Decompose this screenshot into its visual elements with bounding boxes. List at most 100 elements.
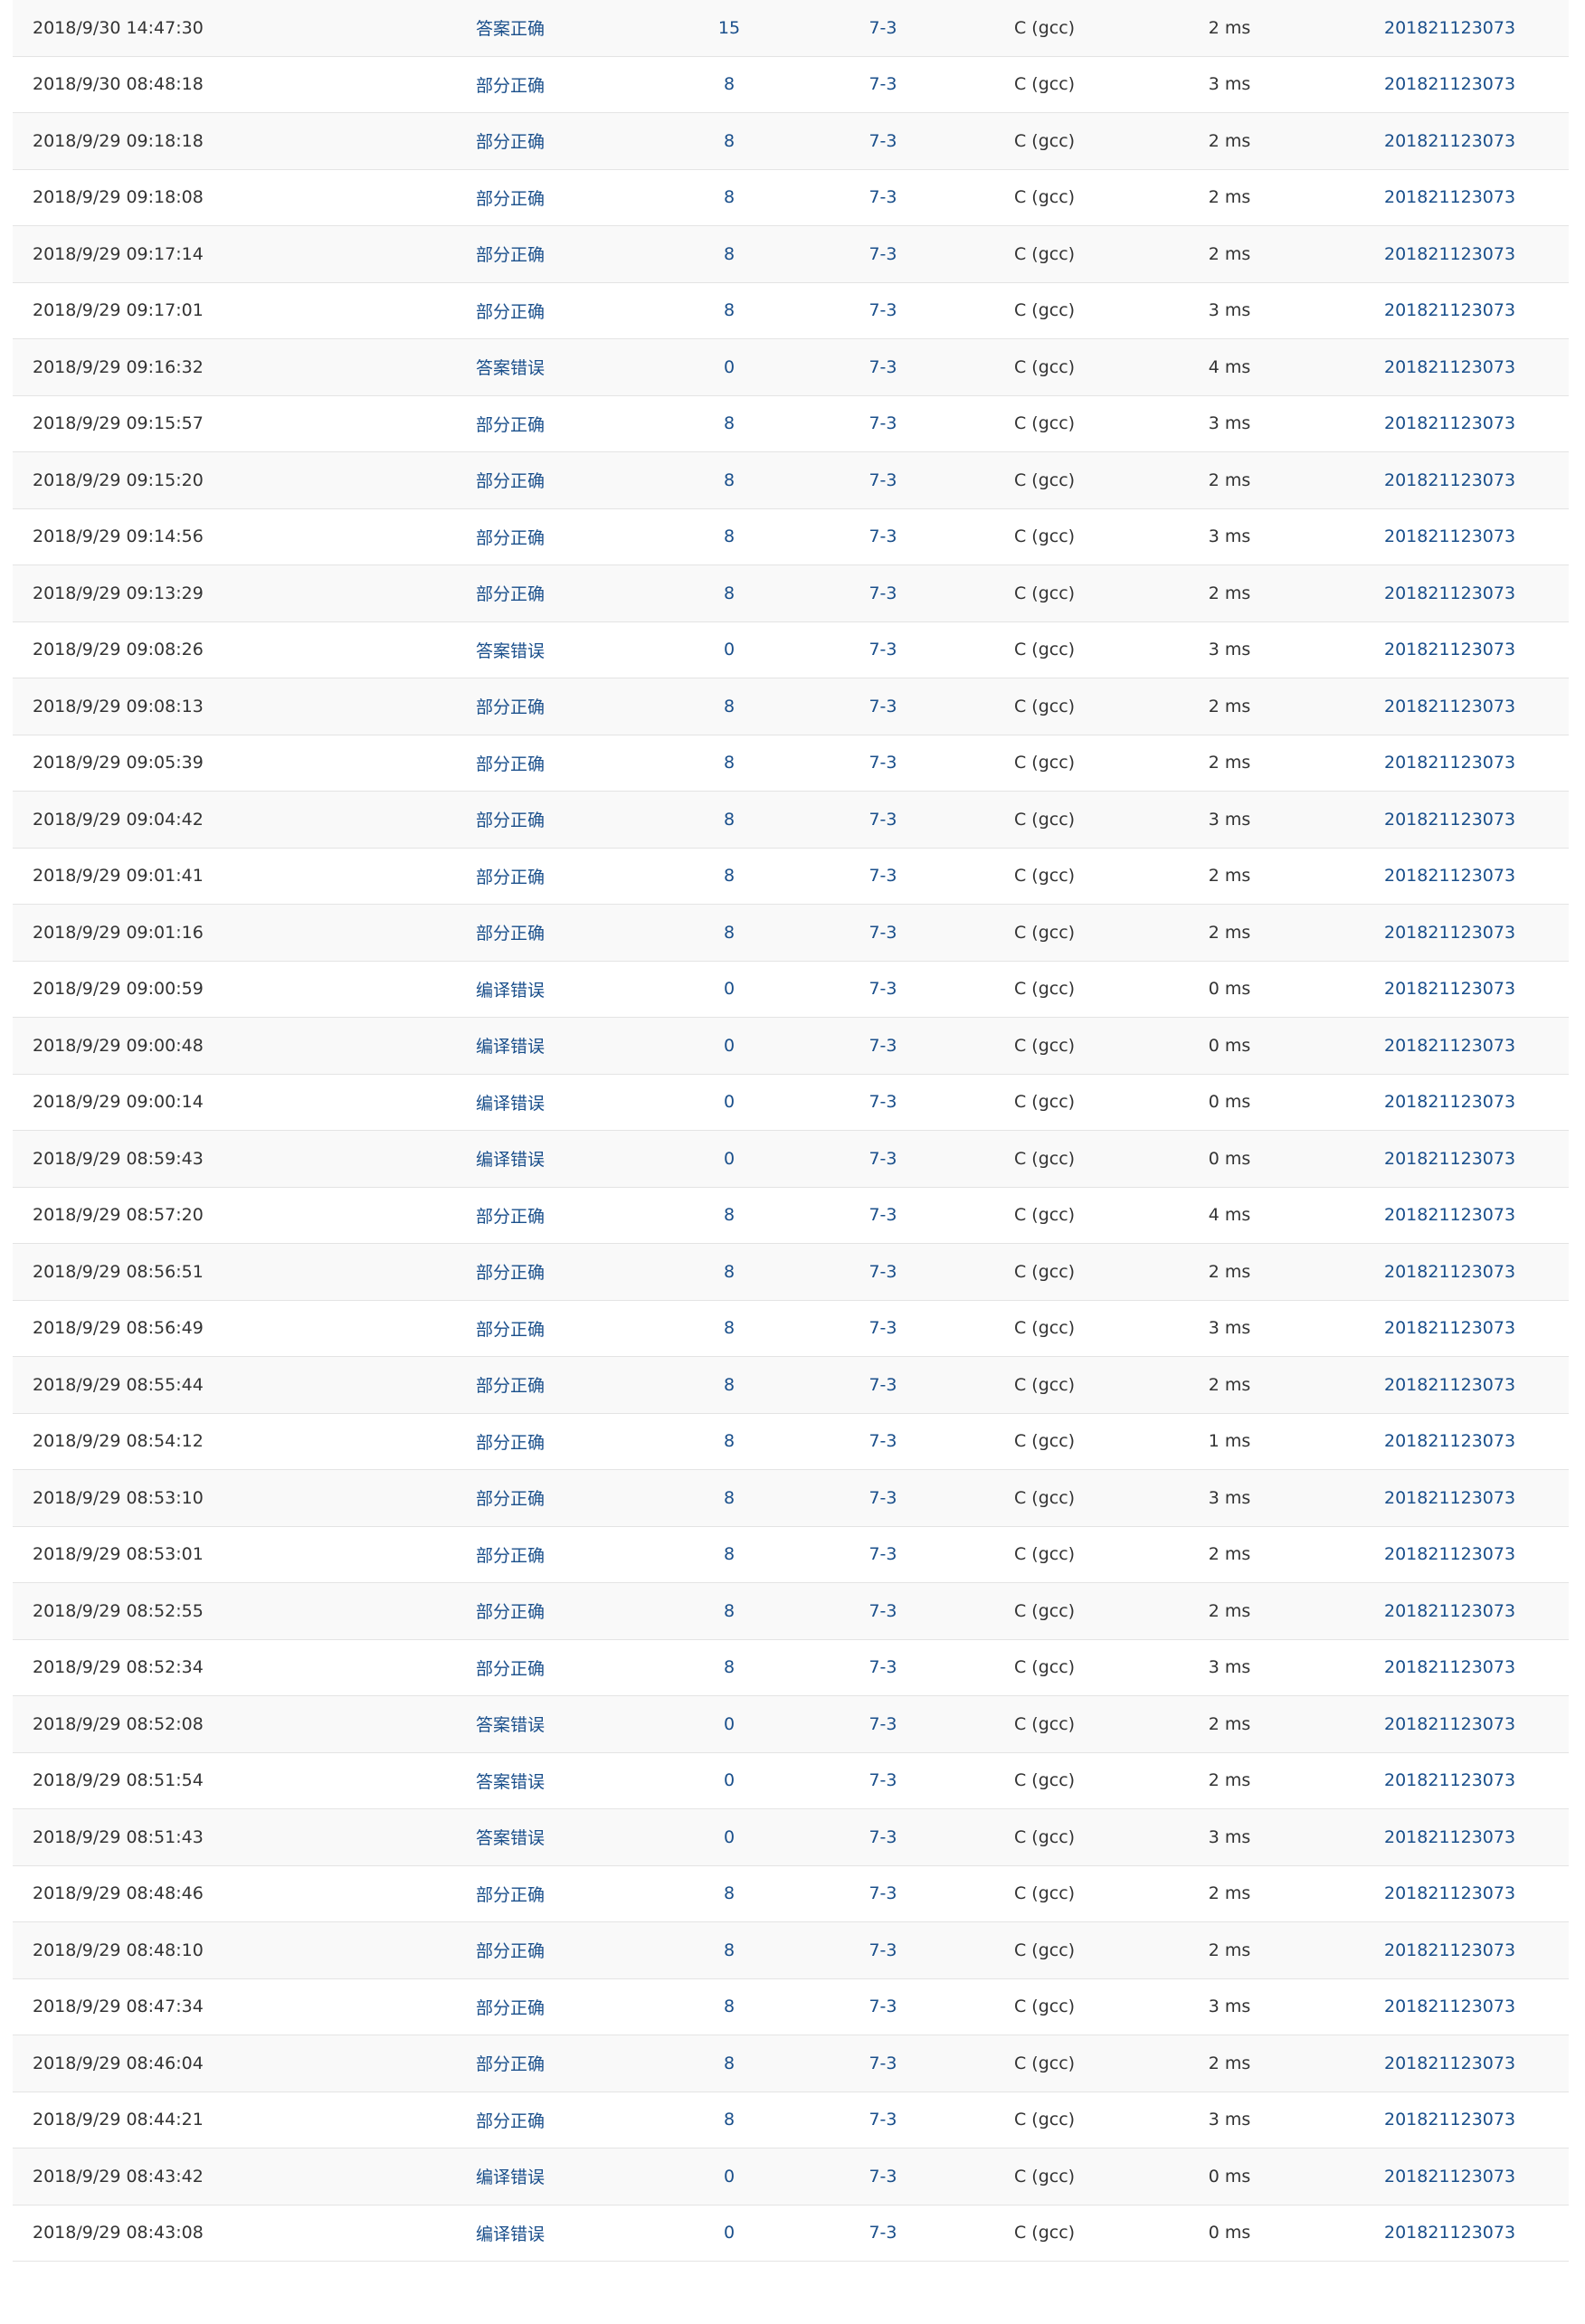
user-link[interactable]: 201821123073	[1384, 2110, 1515, 2130]
problem-link[interactable]: 7-3	[856, 979, 910, 999]
problem-link[interactable]: 7-3	[856, 2167, 910, 2186]
user-link[interactable]: 201821123073	[1384, 357, 1515, 377]
submission-score-link[interactable]: 8	[702, 1375, 756, 1395]
submission-status-link[interactable]: 部分正确	[476, 412, 545, 436]
submission-score-link[interactable]: 0	[702, 640, 756, 659]
submission-status-link[interactable]: 编译错误	[476, 2221, 545, 2245]
problem-link[interactable]: 7-3	[856, 1205, 910, 1225]
problem-link[interactable]: 7-3	[856, 923, 910, 943]
user-link[interactable]: 201821123073	[1384, 1205, 1515, 1225]
user-link[interactable]: 201821123073	[1384, 300, 1515, 320]
submission-status-link[interactable]: 编译错误	[476, 1146, 545, 1171]
problem-link[interactable]: 7-3	[856, 1092, 910, 1112]
problem-link[interactable]: 7-3	[856, 697, 910, 716]
submission-score-link[interactable]: 8	[702, 131, 756, 151]
user-link[interactable]: 201821123073	[1384, 1657, 1515, 1677]
submission-status-link[interactable]: 部分正确	[476, 1485, 545, 1510]
problem-link[interactable]: 7-3	[856, 1036, 910, 1056]
problem-link[interactable]: 7-3	[856, 1262, 910, 1282]
submission-status-link[interactable]: 编译错误	[476, 1033, 545, 1058]
submission-score-link[interactable]: 8	[702, 810, 756, 830]
user-link[interactable]: 201821123073	[1384, 1149, 1515, 1169]
user-link[interactable]: 201821123073	[1384, 1375, 1515, 1395]
problem-link[interactable]: 7-3	[856, 526, 910, 546]
submission-score-link[interactable]: 8	[702, 300, 756, 320]
submission-status-link[interactable]: 部分正确	[476, 525, 545, 549]
user-link[interactable]: 201821123073	[1384, 866, 1515, 886]
problem-link[interactable]: 7-3	[856, 1827, 910, 1847]
problem-link[interactable]: 7-3	[856, 1997, 910, 2016]
problem-link[interactable]: 7-3	[856, 357, 910, 377]
problem-link[interactable]: 7-3	[856, 1940, 910, 1960]
submission-score-link[interactable]: 8	[702, 1940, 756, 1960]
submission-score-link[interactable]: 8	[702, 753, 756, 773]
submission-score-link[interactable]: 0	[702, 1149, 756, 1169]
user-link[interactable]: 201821123073	[1384, 413, 1515, 433]
submission-status-link[interactable]: 答案错误	[476, 355, 545, 379]
user-link[interactable]: 201821123073	[1384, 2054, 1515, 2073]
user-link[interactable]: 201821123073	[1384, 244, 1515, 264]
user-link[interactable]: 201821123073	[1384, 1036, 1515, 1056]
submission-score-link[interactable]: 15	[702, 18, 756, 38]
user-link[interactable]: 201821123073	[1384, 753, 1515, 773]
user-link[interactable]: 201821123073	[1384, 74, 1515, 94]
submission-status-link[interactable]: 部分正确	[476, 1655, 545, 1680]
problem-link[interactable]: 7-3	[856, 2223, 910, 2243]
submission-status-link[interactable]: 部分正确	[476, 128, 545, 153]
problem-link[interactable]: 7-3	[856, 413, 910, 433]
problem-link[interactable]: 7-3	[856, 470, 910, 490]
user-link[interactable]: 201821123073	[1384, 1092, 1515, 1112]
problem-link[interactable]: 7-3	[856, 1770, 910, 1790]
submission-score-link[interactable]: 8	[702, 1205, 756, 1225]
submission-status-link[interactable]: 部分正确	[476, 1995, 545, 2019]
user-link[interactable]: 201821123073	[1384, 1318, 1515, 1338]
submission-score-link[interactable]: 0	[702, 2167, 756, 2186]
user-link[interactable]: 201821123073	[1384, 1940, 1515, 1960]
user-link[interactable]: 201821123073	[1384, 18, 1515, 38]
submission-status-link[interactable]: 编译错误	[476, 2164, 545, 2188]
user-link[interactable]: 201821123073	[1384, 1770, 1515, 1790]
submission-status-link[interactable]: 部分正确	[476, 920, 545, 944]
user-link[interactable]: 201821123073	[1384, 1883, 1515, 1903]
problem-link[interactable]: 7-3	[856, 810, 910, 830]
user-link[interactable]: 201821123073	[1384, 526, 1515, 546]
submission-score-link[interactable]: 8	[702, 1262, 756, 1282]
submission-score-link[interactable]: 8	[702, 923, 756, 943]
submission-score-link[interactable]: 8	[702, 583, 756, 603]
user-link[interactable]: 201821123073	[1384, 1544, 1515, 1564]
submission-status-link[interactable]: 部分正确	[476, 1542, 545, 1567]
submission-score-link[interactable]: 0	[702, 357, 756, 377]
submission-score-link[interactable]: 0	[702, 979, 756, 999]
user-link[interactable]: 201821123073	[1384, 1262, 1515, 1282]
problem-link[interactable]: 7-3	[856, 1375, 910, 1395]
user-link[interactable]: 201821123073	[1384, 583, 1515, 603]
submission-status-link[interactable]: 部分正确	[476, 1316, 545, 1341]
problem-link[interactable]: 7-3	[856, 74, 910, 94]
user-link[interactable]: 201821123073	[1384, 470, 1515, 490]
submission-score-link[interactable]: 8	[702, 1431, 756, 1451]
submission-score-link[interactable]: 0	[702, 2223, 756, 2243]
submission-status-link[interactable]: 答案错误	[476, 1769, 545, 1793]
submission-status-link[interactable]: 部分正确	[476, 2108, 545, 2132]
submission-status-link[interactable]: 部分正确	[476, 1429, 545, 1454]
submission-score-link[interactable]: 0	[702, 1036, 756, 1056]
user-link[interactable]: 201821123073	[1384, 1714, 1515, 1734]
submission-status-link[interactable]: 部分正确	[476, 1598, 545, 1623]
problem-link[interactable]: 7-3	[856, 2054, 910, 2073]
problem-link[interactable]: 7-3	[856, 1657, 910, 1677]
submission-score-link[interactable]: 8	[702, 1601, 756, 1621]
submission-score-link[interactable]: 0	[702, 1092, 756, 1112]
submission-status-link[interactable]: 部分正确	[476, 1203, 545, 1228]
problem-link[interactable]: 7-3	[856, 300, 910, 320]
submission-score-link[interactable]: 0	[702, 1714, 756, 1734]
user-link[interactable]: 201821123073	[1384, 979, 1515, 999]
submission-status-link[interactable]: 部分正确	[476, 864, 545, 888]
user-link[interactable]: 201821123073	[1384, 1601, 1515, 1621]
problem-link[interactable]: 7-3	[856, 583, 910, 603]
problem-link[interactable]: 7-3	[856, 1149, 910, 1169]
problem-link[interactable]: 7-3	[856, 18, 910, 38]
submission-status-link[interactable]: 编译错误	[476, 1090, 545, 1115]
problem-link[interactable]: 7-3	[856, 1601, 910, 1621]
submission-score-link[interactable]: 8	[702, 244, 756, 264]
submission-score-link[interactable]: 8	[702, 413, 756, 433]
